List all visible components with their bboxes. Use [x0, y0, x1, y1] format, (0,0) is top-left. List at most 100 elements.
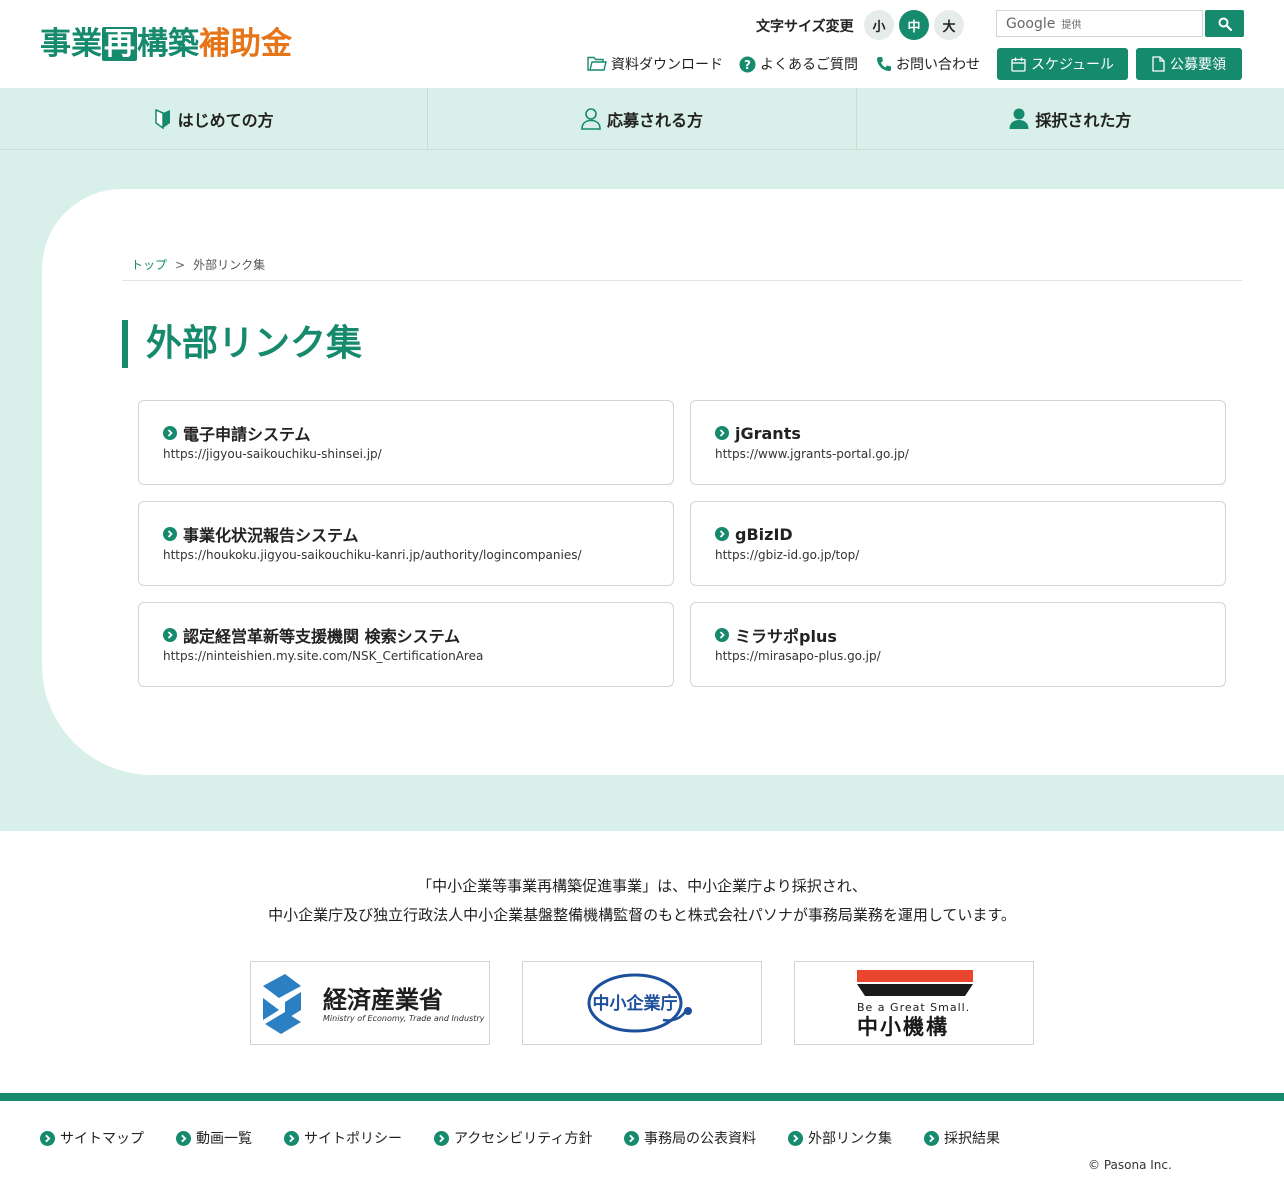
person-outline-icon [581, 107, 601, 130]
chevron-circle-icon [715, 527, 729, 541]
contact-link-label: お問い合わせ [896, 57, 980, 73]
footer-link-policy[interactable]: サイトポリシー [284, 1128, 402, 1148]
link-card-url: https://www.jgrants-portal.go.jp/ [715, 447, 909, 461]
fontsize-medium-button[interactable]: 中 [899, 10, 929, 40]
guidelines-button-label: 公募要領 [1170, 57, 1226, 73]
chevron-circle-icon [176, 1130, 191, 1146]
link-card-title: 電子申請システム [183, 425, 311, 444]
site-header: 事業再構築補助金 文字サイズ変更 小 中 大 Google 提供 資料ダウンロー… [0, 0, 1284, 88]
chevron-circle-icon [715, 426, 729, 440]
chusho-logo-text: 中小企業庁 [593, 993, 678, 1014]
meti-logo: 経済産業省 Ministry of Economy, Trade and Ind… [263, 974, 485, 1034]
link-card-title: jGrants [735, 423, 801, 443]
chevron-circle-icon [163, 426, 177, 440]
footer-link-label: アクセシビリティ方針 [454, 1131, 593, 1147]
breadcrumb-current: 外部リンク集 [193, 258, 266, 272]
google-label: Google [1006, 15, 1056, 32]
site-logo[interactable]: 事業再構築補助金 [40, 25, 292, 63]
breadcrumb: トップ > 外部リンク集 [131, 256, 265, 273]
smrj-logo: Be a Great Small. 中小機構 [857, 970, 973, 1039]
download-link-label: 資料ダウンロード [611, 57, 723, 73]
logo-text-2: 再 [102, 26, 137, 62]
nav-item-adopted[interactable]: 採択された方 [857, 88, 1284, 149]
link-card-url: https://jigyou-saikouchiku-shinsei.jp/ [163, 447, 382, 461]
breadcrumb-home-link[interactable]: トップ [131, 258, 167, 272]
schedule-button-label: スケジュール [1030, 57, 1115, 73]
chevron-circle-icon [924, 1130, 939, 1146]
global-nav: はじめての方 応募される方 採択された方 [0, 88, 1284, 150]
svg-text:?: ? [744, 58, 751, 72]
nav-item-applicants[interactable]: 応募される方 [428, 88, 857, 149]
person-filled-icon [1009, 108, 1029, 129]
chusho-logo-link[interactable]: 中小企業庁 [522, 961, 762, 1045]
chevron-circle-icon [40, 1130, 55, 1146]
smrj-logo-link[interactable]: Be a Great Small. 中小機構 [794, 961, 1034, 1045]
smrj-logo-name: 中小機構 [857, 1015, 949, 1039]
fontsize-large-button[interactable]: 大 [934, 10, 964, 40]
footer-link-label: 動画一覧 [196, 1131, 252, 1147]
footer-description: 「中小企業等事業再構築促進事業」は、中小企業庁より採択され、 中小企業庁及び独立… [0, 872, 1284, 930]
footer-divider [0, 1093, 1284, 1101]
chevron-circle-icon [788, 1130, 803, 1146]
guidelines-button[interactable]: 公募要領 [1136, 48, 1242, 80]
link-card-houkoku[interactable]: 事業化状況報告システム https://houkoku.jigyou-saiko… [138, 501, 674, 586]
chevron-circle-icon [715, 628, 729, 642]
footer-link-sitemap[interactable]: サイトマップ [40, 1128, 144, 1148]
link-card-gbizid[interactable]: gBizID https://gbiz-id.go.jp/top/ [690, 501, 1226, 586]
meti-logo-link[interactable]: 経済産業省 Ministry of Economy, Trade and Ind… [250, 961, 490, 1045]
nav-item-label: 採択された方 [1035, 110, 1132, 130]
footer-link-accessibility[interactable]: アクセシビリティ方針 [434, 1128, 592, 1148]
schedule-button[interactable]: スケジュール [997, 48, 1128, 80]
chevron-circle-icon [284, 1130, 299, 1146]
link-card-url: https://mirasapo-plus.go.jp/ [715, 649, 881, 663]
question-icon: ? [739, 56, 756, 72]
nav-item-label: 応募される方 [606, 110, 703, 130]
footer-link-publications[interactable]: 事務局の公表資料 [624, 1128, 756, 1148]
smrj-logo-tagline: Be a Great Small. [857, 1001, 970, 1014]
footer-link-videos[interactable]: 動画一覧 [176, 1128, 252, 1148]
meti-logo-jp: 経済産業省 [323, 985, 443, 1014]
link-card-title: ミラサポplus [735, 627, 837, 646]
contact-link[interactable]: お問い合わせ [876, 54, 980, 74]
chevron-circle-icon [163, 628, 177, 642]
footer-description-line1: 「中小企業等事業再構築促進事業」は、中小企業庁より採択され、 [417, 877, 867, 895]
nav-item-label: はじめての方 [177, 110, 274, 130]
link-card-jgrants[interactable]: jGrants https://www.jgrants-portal.go.jp… [690, 400, 1226, 485]
link-card-title: 認定経営革新等支援機関 検索システム [183, 627, 461, 646]
folder-icon [587, 56, 607, 71]
provided-label: 提供 [1061, 20, 1082, 31]
footer-link-external[interactable]: 外部リンク集 [788, 1128, 892, 1148]
fontsize-label: 文字サイズ変更 [756, 19, 854, 35]
breadcrumb-separator: > [175, 258, 186, 272]
logo-text-1: 事業 [40, 26, 102, 62]
faq-link-label: よくあるご質問 [760, 57, 858, 73]
footer-link-label: サイトポリシー [304, 1131, 402, 1147]
breadcrumb-divider [122, 280, 1242, 281]
logo-text-3: 構築 [137, 26, 199, 62]
chevron-circle-icon [434, 1130, 449, 1146]
nav-item-beginners[interactable]: はじめての方 [0, 88, 429, 149]
footer-description-line2: 中小企業庁及び独立行政法人中小企業基盤整備機構監督のもと株式会社パソナが事務局業… [268, 906, 1016, 924]
footer-link-label: 事務局の公表資料 [644, 1131, 756, 1147]
download-link[interactable]: 資料ダウンロード [587, 54, 723, 74]
link-card-url: https://gbiz-id.go.jp/top/ [715, 548, 860, 562]
link-card-ninteishien[interactable]: 認定経営革新等支援機関 検索システム https://ninteishien.m… [138, 602, 674, 687]
page-title: 外部リンク集 [122, 320, 362, 368]
link-card-title: gBizID [735, 524, 793, 544]
link-card-mirasapo[interactable]: ミラサポplus https://mirasapo-plus.go.jp/ [690, 602, 1226, 687]
link-card-title: 事業化状況報告システム [183, 526, 359, 545]
phone-icon [877, 57, 891, 71]
fontsize-small-button[interactable]: 小 [864, 10, 894, 40]
footer-link-label: 採択結果 [944, 1131, 1000, 1147]
footer-link-results[interactable]: 採択結果 [924, 1128, 1000, 1148]
search-input[interactable]: Google 提供 [996, 10, 1203, 37]
meti-logo-en: Ministry of Economy, Trade and Industry [323, 1014, 485, 1023]
link-card-url: https://houkoku.jigyou-saikouchiku-kanri… [163, 548, 582, 562]
link-card-url: https://ninteishien.my.site.com/NSK_Cert… [163, 649, 484, 663]
link-card-shinsei[interactable]: 電子申請システム https://jigyou-saikouchiku-shin… [138, 400, 674, 485]
faq-link[interactable]: ? よくあるご質問 [739, 54, 858, 74]
beginner-mark-icon [154, 108, 170, 129]
copyright: © Pasona Inc. [1088, 1158, 1172, 1172]
search-button[interactable] [1205, 10, 1244, 37]
calendar-icon [1011, 57, 1026, 72]
